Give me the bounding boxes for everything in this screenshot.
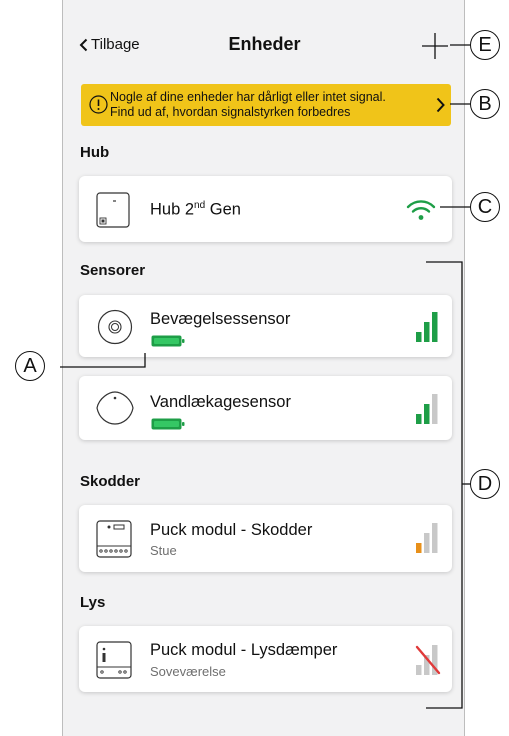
callout-d: D <box>470 469 500 499</box>
annotation-lines <box>60 44 471 709</box>
callout-c: C <box>470 192 500 222</box>
callout-e: E <box>470 30 500 60</box>
callout-b: B <box>470 89 500 119</box>
callout-a: A <box>15 351 45 381</box>
